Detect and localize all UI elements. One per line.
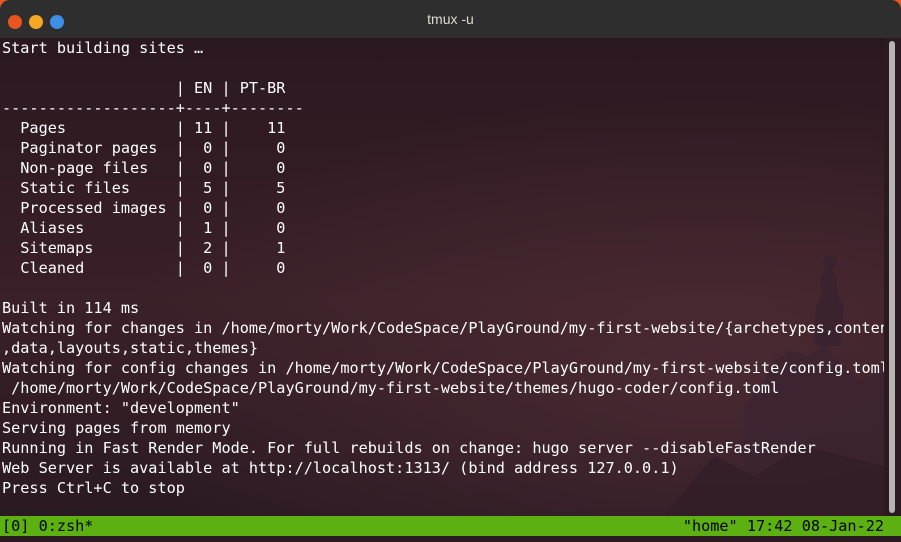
- output-line: Press Ctrl+C to stop: [2, 479, 185, 497]
- output-line: Pages | 11 | 11: [2, 119, 286, 137]
- output-line: Start building sites …: [2, 39, 204, 57]
- terminal-area[interactable]: Start building sites … | EN | PT-BR -----…: [0, 38, 884, 516]
- tmux-window-list[interactable]: [0] 0:zsh*: [2, 516, 93, 536]
- terminal-window: tmux -u Start building sites … | EN | PT…: [0, 0, 901, 542]
- output-line: Watching for changes in /home/morty/Work…: [2, 319, 884, 337]
- terminal-output: Start building sites … | EN | PT-BR -----…: [2, 38, 884, 498]
- scrollbar-thumb[interactable]: [889, 41, 895, 513]
- tmux-status-info: "home" 17:42 08-Jan-22: [682, 517, 884, 535]
- vertical-scrollbar[interactable]: [884, 38, 901, 516]
- output-line: Sitemaps | 2 | 1: [2, 239, 286, 257]
- output-line: Cleaned | 0 | 0: [2, 259, 286, 277]
- output-line: ,data,layouts,static,themes}: [2, 339, 259, 357]
- output-line: Aliases | 1 | 0: [2, 219, 286, 237]
- tmux-status-bar: [0] 0:zsh* "home" 17:42 08-Jan-22: [0, 516, 901, 536]
- title-bar[interactable]: tmux -u: [0, 0, 901, 39]
- window-title: tmux -u: [427, 11, 474, 27]
- output-line: Non-page files | 0 | 0: [2, 159, 286, 177]
- output-line: Environment: "development": [2, 399, 240, 417]
- bottom-padding: [0, 536, 901, 542]
- output-line: /home/morty/Work/CodeSpace/PlayGround/my…: [2, 379, 780, 397]
- output-line: | EN | PT-BR: [2, 79, 286, 97]
- output-line: -------------------+----+--------: [2, 99, 304, 117]
- output-line: Processed images | 0 | 0: [2, 199, 286, 217]
- output-line: Watching for config changes in /home/mor…: [2, 359, 884, 377]
- output-line: Paginator pages | 0 | 0: [2, 139, 286, 157]
- output-line: Built in 114 ms: [2, 299, 140, 317]
- output-line: Running in Fast Render Mode. For full re…: [2, 439, 816, 457]
- output-line: Static files | 5 | 5: [2, 179, 286, 197]
- output-line: Serving pages from memory: [2, 419, 231, 437]
- output-line: Web Server is available at http://localh…: [2, 459, 679, 477]
